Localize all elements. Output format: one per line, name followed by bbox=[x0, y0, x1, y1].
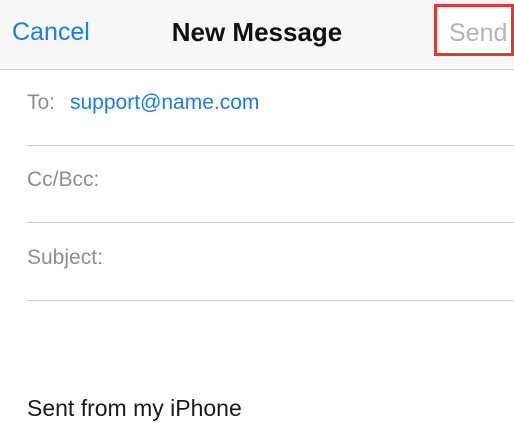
compose-screen: Cancel New Message Send To: support@name… bbox=[0, 0, 514, 423]
send-button-highlight[interactable]: Send bbox=[434, 4, 514, 56]
signature-text: Sent from my iPhone bbox=[27, 395, 242, 421]
to-field[interactable]: To: support@name.com bbox=[27, 69, 514, 146]
cc-bcc-field[interactable]: Cc/Bcc: bbox=[27, 146, 514, 223]
navigation-bar: Cancel New Message Send bbox=[0, 0, 514, 70]
recipient-address[interactable]: support@name.com bbox=[70, 91, 259, 115]
message-body[interactable]: Sent from my iPhone bbox=[0, 301, 514, 423]
send-button[interactable]: Send bbox=[449, 19, 507, 48]
to-label: To: bbox=[27, 91, 56, 114]
subject-label: Subject: bbox=[27, 246, 103, 269]
cc-bcc-label: Cc/Bcc: bbox=[27, 168, 100, 191]
subject-field[interactable]: Subject: bbox=[27, 224, 514, 301]
